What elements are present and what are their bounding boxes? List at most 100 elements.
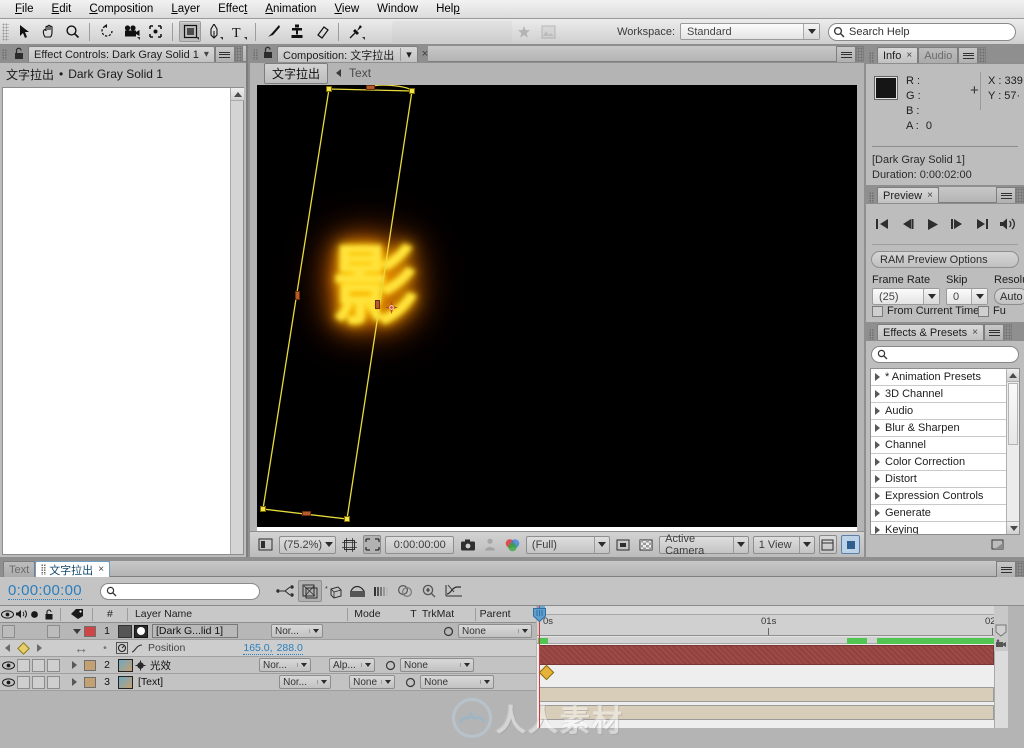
menu-help[interactable]: Help: [427, 0, 469, 18]
timeline-markers-strip[interactable]: [537, 637, 1008, 644]
layer-mode-select[interactable]: Nor...: [279, 675, 332, 689]
tab-composition[interactable]: Composition: 文字拉出 ▾: [277, 46, 418, 62]
menu-effect[interactable]: Effect: [209, 0, 256, 18]
info-panel-menu-button[interactable]: [958, 47, 979, 63]
layer-lock-toggle[interactable]: [45, 658, 61, 672]
selection-handle-right-mid[interactable]: [375, 300, 380, 309]
previous-frame-button[interactable]: [897, 214, 919, 234]
disclosure-triangle-icon[interactable]: [875, 526, 880, 534]
composition-canvas[interactable]: 影: [257, 85, 857, 527]
new-folder-icon[interactable]: [991, 538, 1004, 553]
tab-info-close-icon[interactable]: ×: [906, 50, 912, 61]
layer-visibility-toggle[interactable]: [0, 624, 16, 638]
tab-effects-presets[interactable]: Effects & Presets ×: [877, 324, 985, 340]
resolution-auto-button[interactable]: Auto: [994, 288, 1024, 305]
disclosure-triangle-icon[interactable]: [875, 475, 880, 483]
audio-speaker-icon[interactable]: [14, 609, 28, 619]
resolution-select[interactable]: (Full): [525, 535, 610, 554]
rotation-tool[interactable]: [96, 21, 118, 42]
disclosure-triangle-icon[interactable]: [875, 441, 880, 449]
draft-3d-icon[interactable]: [297, 580, 322, 602]
menu-file[interactable]: FFileile: [6, 0, 43, 18]
selection-handle-bottom-mid[interactable]: [302, 511, 311, 516]
menu-edit[interactable]: Edit: [43, 0, 81, 18]
layer-trkmat-chevron-down-icon[interactable]: [361, 663, 374, 667]
table-row[interactable]: 1 [Dark G...lid 1] Nor... None: [0, 623, 536, 640]
playhead-handle[interactable]: [533, 608, 546, 622]
timeline-layer-bars[interactable]: [537, 637, 1008, 728]
disclosure-triangle-icon[interactable]: [875, 390, 880, 398]
timeline-tab-grip[interactable]: [41, 564, 47, 575]
layer-duration-bar[interactable]: [539, 687, 994, 702]
effects-presets-search-input[interactable]: [871, 346, 1019, 363]
column-header-layer-name[interactable]: Layer Name: [132, 608, 343, 620]
parent-pick-whip-icon[interactable]: [441, 626, 455, 637]
region-preview-icon[interactable]: [614, 535, 633, 554]
parent-pick-whip-icon[interactable]: [403, 677, 417, 688]
table-row-property[interactable]: ↔ • Position 165.0, 288.0: [0, 640, 536, 657]
star-icon[interactable]: [513, 21, 535, 42]
preview-panel-menu-button[interactable]: [996, 187, 1016, 203]
shape-tool[interactable]: [179, 21, 201, 42]
info-panel-grip[interactable]: [869, 52, 874, 63]
layer-selection-bounding-box[interactable]: [257, 85, 857, 527]
tab-audio[interactable]: Audio: [918, 47, 959, 63]
view-layout-chevron-down-icon[interactable]: [798, 536, 814, 553]
hide-shy-layers-icon[interactable]: *: [322, 580, 346, 602]
table-row[interactable]: 2 光效 Nor... Alp... None: [0, 657, 536, 674]
lock-icon[interactable]: [41, 608, 56, 620]
stopwatch-icon[interactable]: [114, 642, 129, 654]
anchor-point-icon[interactable]: [385, 301, 398, 314]
from-current-time-checkbox[interactable]: [872, 305, 883, 317]
graph-editor-icon[interactable]: [442, 580, 466, 602]
column-header-parent[interactable]: Parent: [480, 608, 536, 620]
layer-visibility-toggle[interactable]: [0, 660, 16, 670]
info-side-grip[interactable]: [978, 47, 987, 63]
layer-disclosure-triangle-icon[interactable]: [70, 678, 84, 686]
tab-text-timeline[interactable]: Text: [3, 561, 36, 577]
layer-label-color[interactable]: [84, 659, 96, 671]
eye-icon[interactable]: [0, 609, 14, 619]
disclosure-triangle-icon[interactable]: [875, 458, 880, 466]
breadcrumb-comp-chip[interactable]: 文字拉出: [264, 62, 329, 84]
resolution-chevron-down-icon[interactable]: [593, 536, 609, 553]
solo-icon[interactable]: [28, 610, 41, 619]
fx-item-keying[interactable]: Keying: [871, 522, 1019, 534]
column-header-index[interactable]: #: [97, 608, 123, 620]
selection-tool[interactable]: [13, 21, 35, 42]
layer-parent-select[interactable]: None: [400, 658, 474, 672]
timeline-current-time[interactable]: 0:00:00:00: [8, 582, 82, 600]
timeline-panel-menu-button[interactable]: [996, 561, 1016, 577]
always-preview-this-view-icon[interactable]: [256, 535, 275, 554]
graph-curve-icon[interactable]: [129, 643, 145, 653]
layer-lock-toggle[interactable]: [45, 675, 61, 689]
layer-mode-chevron-down-icon[interactable]: [297, 663, 310, 667]
scroll-up-arrow-icon[interactable]: [231, 88, 244, 101]
fx-item-animation-presets[interactable]: * Animation Presets: [871, 369, 1019, 386]
layer-label-color[interactable]: [84, 676, 96, 688]
workspace-chevron-down-icon[interactable]: [803, 24, 819, 39]
selection-handle-top-right[interactable]: [409, 88, 415, 94]
lock-icon[interactable]: [12, 47, 26, 61]
fx-item-expression-controls[interactable]: Expression Controls: [871, 488, 1019, 505]
layer-disclosure-triangle-icon[interactable]: [70, 628, 84, 634]
magnification-chevron-down-icon[interactable]: [325, 542, 334, 547]
eraser-tool[interactable]: [310, 21, 332, 42]
disclosure-triangle-icon[interactable]: [875, 509, 880, 517]
tab-info[interactable]: Info ×: [877, 47, 919, 63]
full-screen-checkbox-row[interactable]: Fu: [978, 305, 1006, 317]
layer-duration-bar[interactable]: [539, 705, 994, 720]
fx-item-distort[interactable]: Distort: [871, 471, 1019, 488]
menu-animation[interactable]: Animation: [256, 0, 325, 18]
motion-blur-icon[interactable]: [370, 580, 394, 602]
fx-item-color-correction[interactable]: Color Correction: [871, 454, 1019, 471]
menu-view[interactable]: View: [325, 0, 368, 18]
disclosure-triangle-icon[interactable]: [875, 424, 880, 432]
property-name[interactable]: Position: [145, 642, 185, 654]
layer-lock-toggle[interactable]: [45, 624, 61, 638]
selection-handle-bottom-right[interactable]: [344, 516, 350, 522]
search-help-input[interactable]: Search Help: [828, 22, 1016, 41]
layer-parent-chevron-down-icon[interactable]: [460, 663, 473, 667]
frame-rate-select[interactable]: (25): [872, 288, 940, 305]
layer-solo-toggle[interactable]: [31, 658, 45, 672]
